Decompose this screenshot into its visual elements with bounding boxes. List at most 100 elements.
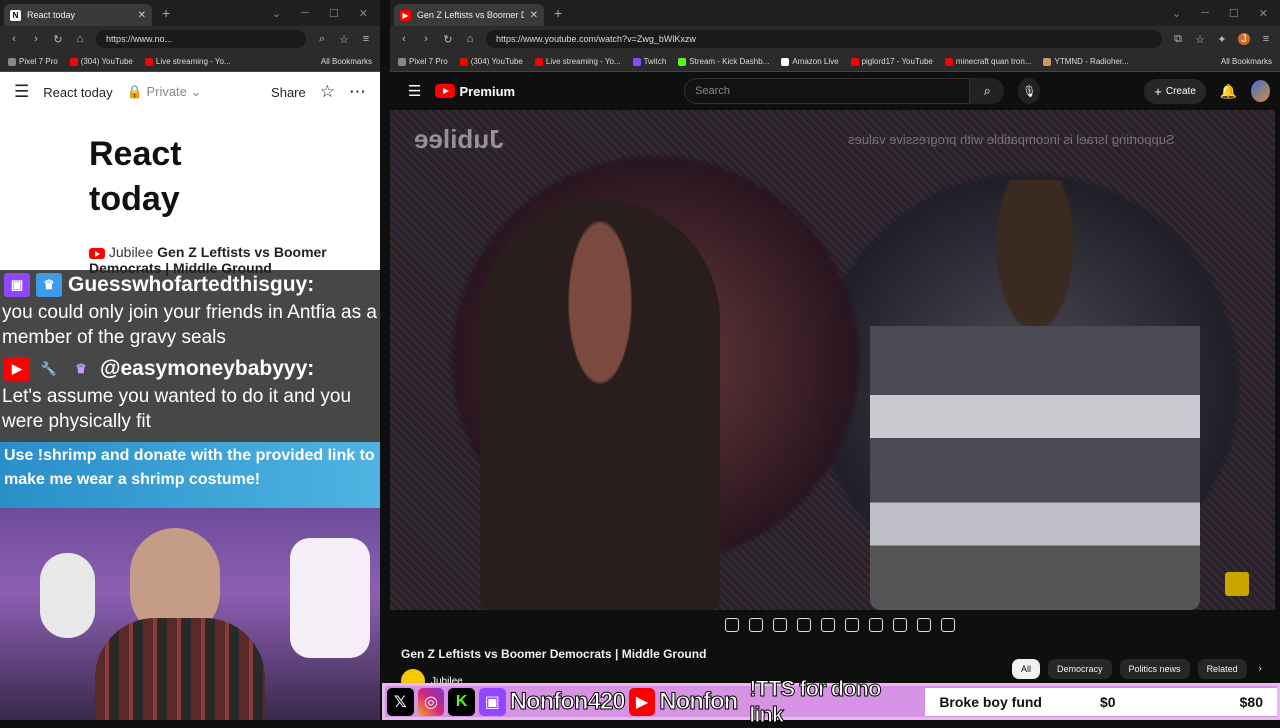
search-icon: ⌕: [983, 83, 991, 98]
screenshot-icon[interactable]: [917, 618, 931, 632]
bookmark-youtube[interactable]: (304) YouTube: [459, 57, 523, 66]
chip-democracy[interactable]: Democracy: [1048, 659, 1112, 679]
chip-related[interactable]: Related: [1197, 659, 1247, 679]
youtube-icon: [534, 57, 543, 66]
chat-message-1-text: you could only join your friends in Antf…: [2, 302, 377, 348]
bookmark-label: Live streaming - Yo...: [545, 57, 621, 66]
home-icon[interactable]: ⌂: [74, 33, 86, 45]
home-icon[interactable]: ⌂: [464, 33, 476, 45]
left-tab-react-today[interactable]: N React today ✕: [4, 4, 152, 26]
right-url-field[interactable]: https://www.youtube.com/watch?v=Zwg_bWlK…: [486, 30, 1162, 48]
extensions-icon[interactable]: ≡: [360, 33, 372, 45]
hamburger-menu-icon[interactable]: ☰: [408, 82, 421, 100]
bookmark-label: (304) YouTube: [80, 57, 133, 66]
channel-watermark-icon[interactable]: [1225, 572, 1249, 596]
bookmark-pixel[interactable]: Pixel 7 Pro: [398, 57, 448, 66]
more-options-icon[interactable]: ⋯: [349, 82, 366, 102]
user-avatar[interactable]: [1251, 80, 1270, 102]
left-url-field[interactable]: https://www.no...: [96, 30, 306, 48]
menu-icon[interactable]: ≡: [1260, 33, 1272, 45]
new-tab-button[interactable]: +: [162, 5, 170, 21]
extensions-icon[interactable]: ✦: [1216, 33, 1228, 46]
cast-icon[interactable]: ⧉: [1172, 33, 1184, 45]
close-window-icon[interactable]: ✕: [1259, 7, 1268, 20]
bookmark-star-icon[interactable]: ☆: [338, 33, 350, 46]
youtube-play-icon: [435, 84, 456, 98]
cinema-icon[interactable]: [845, 618, 859, 632]
bookmark-minecraft[interactable]: minecraft quan tron...: [944, 57, 1031, 66]
bookmark-piglord[interactable]: piglord17 - YouTube: [850, 57, 933, 66]
notifications-bell-icon[interactable]: 🔔: [1220, 83, 1237, 100]
back-icon[interactable]: ‹: [8, 33, 20, 45]
search-button[interactable]: ⌕: [970, 78, 1005, 104]
voice-search-button[interactable]: 🎙: [1018, 78, 1041, 104]
bookmark-live-streaming[interactable]: Live streaming - Yo...: [144, 57, 231, 66]
back-icon[interactable]: ‹: [398, 33, 410, 45]
reload-icon[interactable]: ↻: [442, 33, 454, 46]
bookmark-ytmnd[interactable]: YTMND - Radioher...: [1043, 57, 1129, 66]
all-bookmarks[interactable]: All Bookmarks: [321, 57, 372, 66]
reload-icon[interactable]: ↻: [52, 33, 64, 46]
dropdown-icon[interactable]: ⌄: [1172, 7, 1181, 20]
search-input[interactable]: Search: [684, 78, 971, 104]
right-window-controls: ⌄ ─ ☐ ✕: [1172, 7, 1280, 20]
new-tab-button[interactable]: +: [554, 5, 562, 21]
webcam-feed: [0, 508, 380, 720]
bookmark-youtube[interactable]: (304) YouTube: [69, 57, 133, 66]
minimize-icon[interactable]: ─: [1201, 7, 1209, 20]
twitch-icon: [632, 57, 641, 66]
bookmark-pixel[interactable]: Pixel 7 Pro: [8, 57, 58, 66]
crown-badge-icon: ♛: [36, 273, 62, 297]
forward-icon[interactable]: ›: [30, 33, 42, 45]
close-tab-icon[interactable]: ✕: [138, 10, 146, 21]
video-person-left: [480, 200, 720, 610]
maximize-icon[interactable]: ☐: [1229, 7, 1239, 20]
zoom-icon[interactable]: ⌕: [316, 33, 328, 45]
bookmark-twitch[interactable]: Twitch: [632, 57, 666, 66]
bookmark-label: Amazon Live: [792, 57, 839, 66]
maximize-icon[interactable]: ☐: [329, 7, 339, 20]
forward-icon[interactable]: ›: [420, 33, 432, 45]
bookmark-live-streaming[interactable]: Live streaming - Yo...: [534, 57, 621, 66]
camera-icon[interactable]: [773, 618, 787, 632]
video-player[interactable]: Jubilee Supporting Israel is incompatibl…: [390, 110, 1275, 610]
bookmark-label: piglord17 - YouTube: [861, 57, 933, 66]
share-button[interactable]: Share: [271, 85, 306, 100]
video-person-right: [870, 180, 1200, 610]
menu-icon[interactable]: ☰: [14, 82, 29, 102]
right-tab-youtube[interactable]: ▶ Gen Z Leftists vs Boomer Demo ✕: [394, 4, 544, 26]
chat-username-1: Guesswhofartedthisguy:: [68, 273, 315, 296]
loop-icon[interactable]: [725, 618, 739, 632]
minimize-icon[interactable]: ─: [301, 7, 309, 20]
chip-all[interactable]: All: [1012, 659, 1041, 679]
create-button[interactable]: + Create: [1144, 78, 1206, 104]
speed-icon[interactable]: [869, 618, 883, 632]
favorite-star-icon[interactable]: ☆: [320, 82, 335, 102]
doc-header-title[interactable]: React today: [43, 85, 112, 100]
left-tabstrip: N React today ✕ + ⌄ ─ ☐ ✕: [0, 0, 380, 26]
profile-icon[interactable]: J: [1238, 33, 1250, 45]
close-window-icon[interactable]: ✕: [359, 7, 368, 20]
dropdown-icon[interactable]: ⌄: [272, 7, 281, 20]
chip-politics-news[interactable]: Politics news: [1119, 659, 1190, 679]
youtube-premium-logo[interactable]: Premium: [435, 84, 515, 99]
bookmark-star-icon[interactable]: ☆: [1194, 33, 1206, 46]
chips-next-icon[interactable]: ›: [1255, 659, 1266, 679]
bookmark-amazon-live[interactable]: Amazon Live: [781, 57, 839, 66]
calendar-icon[interactable]: [797, 618, 811, 632]
bookmark-kick[interactable]: Stream - Kick Dashb...: [678, 57, 769, 66]
shrimp-banner: Use !shrimp and donate with the provided…: [0, 442, 380, 508]
expand-icon[interactable]: [893, 618, 907, 632]
audio-icon[interactable]: [749, 618, 763, 632]
all-bookmarks[interactable]: All Bookmarks: [1221, 57, 1272, 66]
pip-icon[interactable]: [821, 618, 835, 632]
x-twitter-icon: 𝕏: [387, 687, 414, 716]
close-tab-icon[interactable]: ✕: [530, 10, 538, 21]
crown-rank-badge-icon: ♛: [75, 361, 87, 376]
youtube-icon: ▶: [400, 9, 411, 21]
privacy-indicator[interactable]: 🔒 Private ⌄: [127, 84, 202, 100]
right-url-text: https://www.youtube.com/watch?v=Zwg_bWlK…: [496, 34, 696, 44]
streamer-body: [95, 618, 265, 720]
video-brand-overlay: Jubilee: [414, 124, 504, 154]
settings-gear-icon[interactable]: [941, 618, 955, 632]
